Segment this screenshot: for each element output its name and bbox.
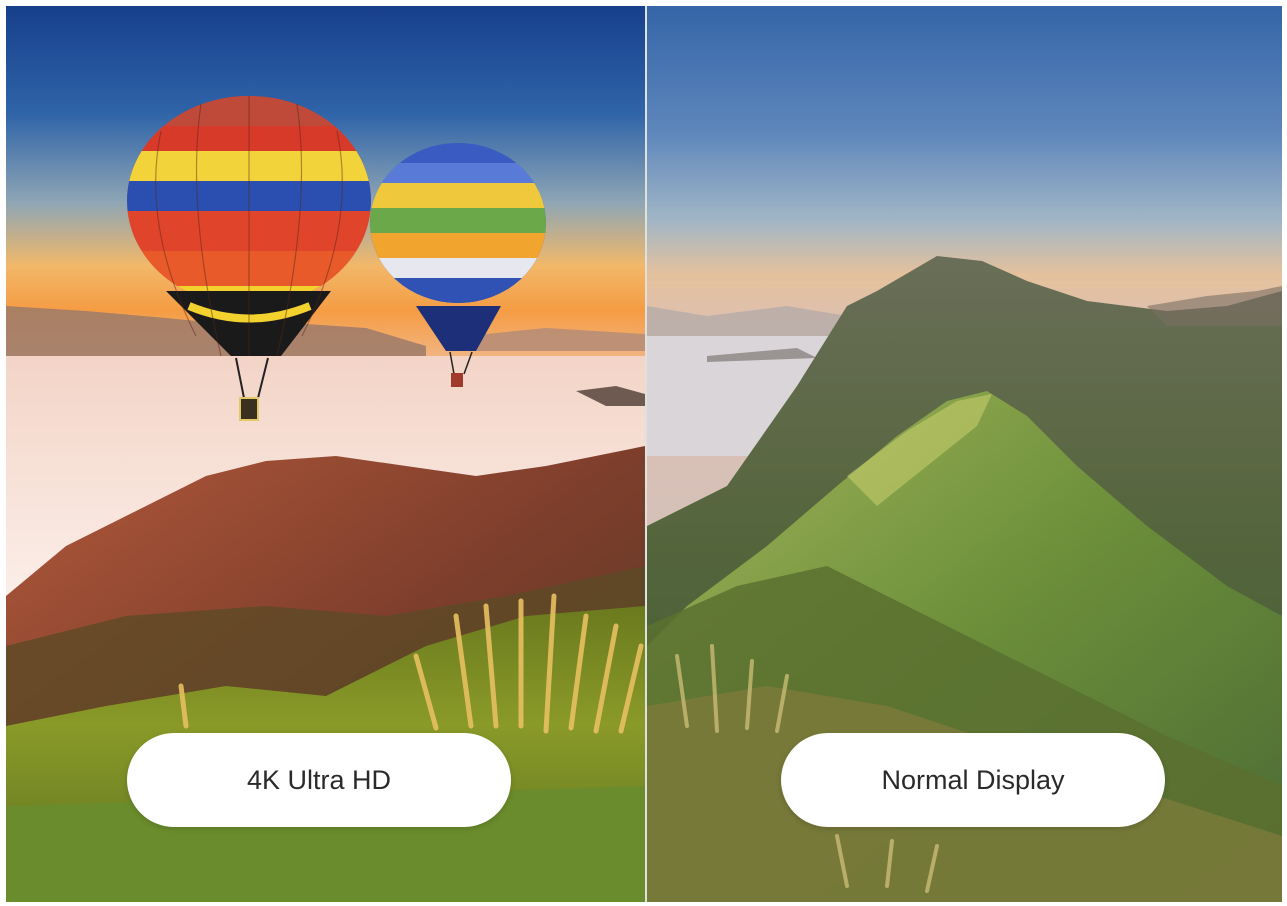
normal-display-label: Normal Display xyxy=(781,733,1165,827)
comparison-image: 4K Ultra HD Normal Display xyxy=(6,6,1282,902)
4k-ultra-hd-label: 4K Ultra HD xyxy=(127,733,511,827)
